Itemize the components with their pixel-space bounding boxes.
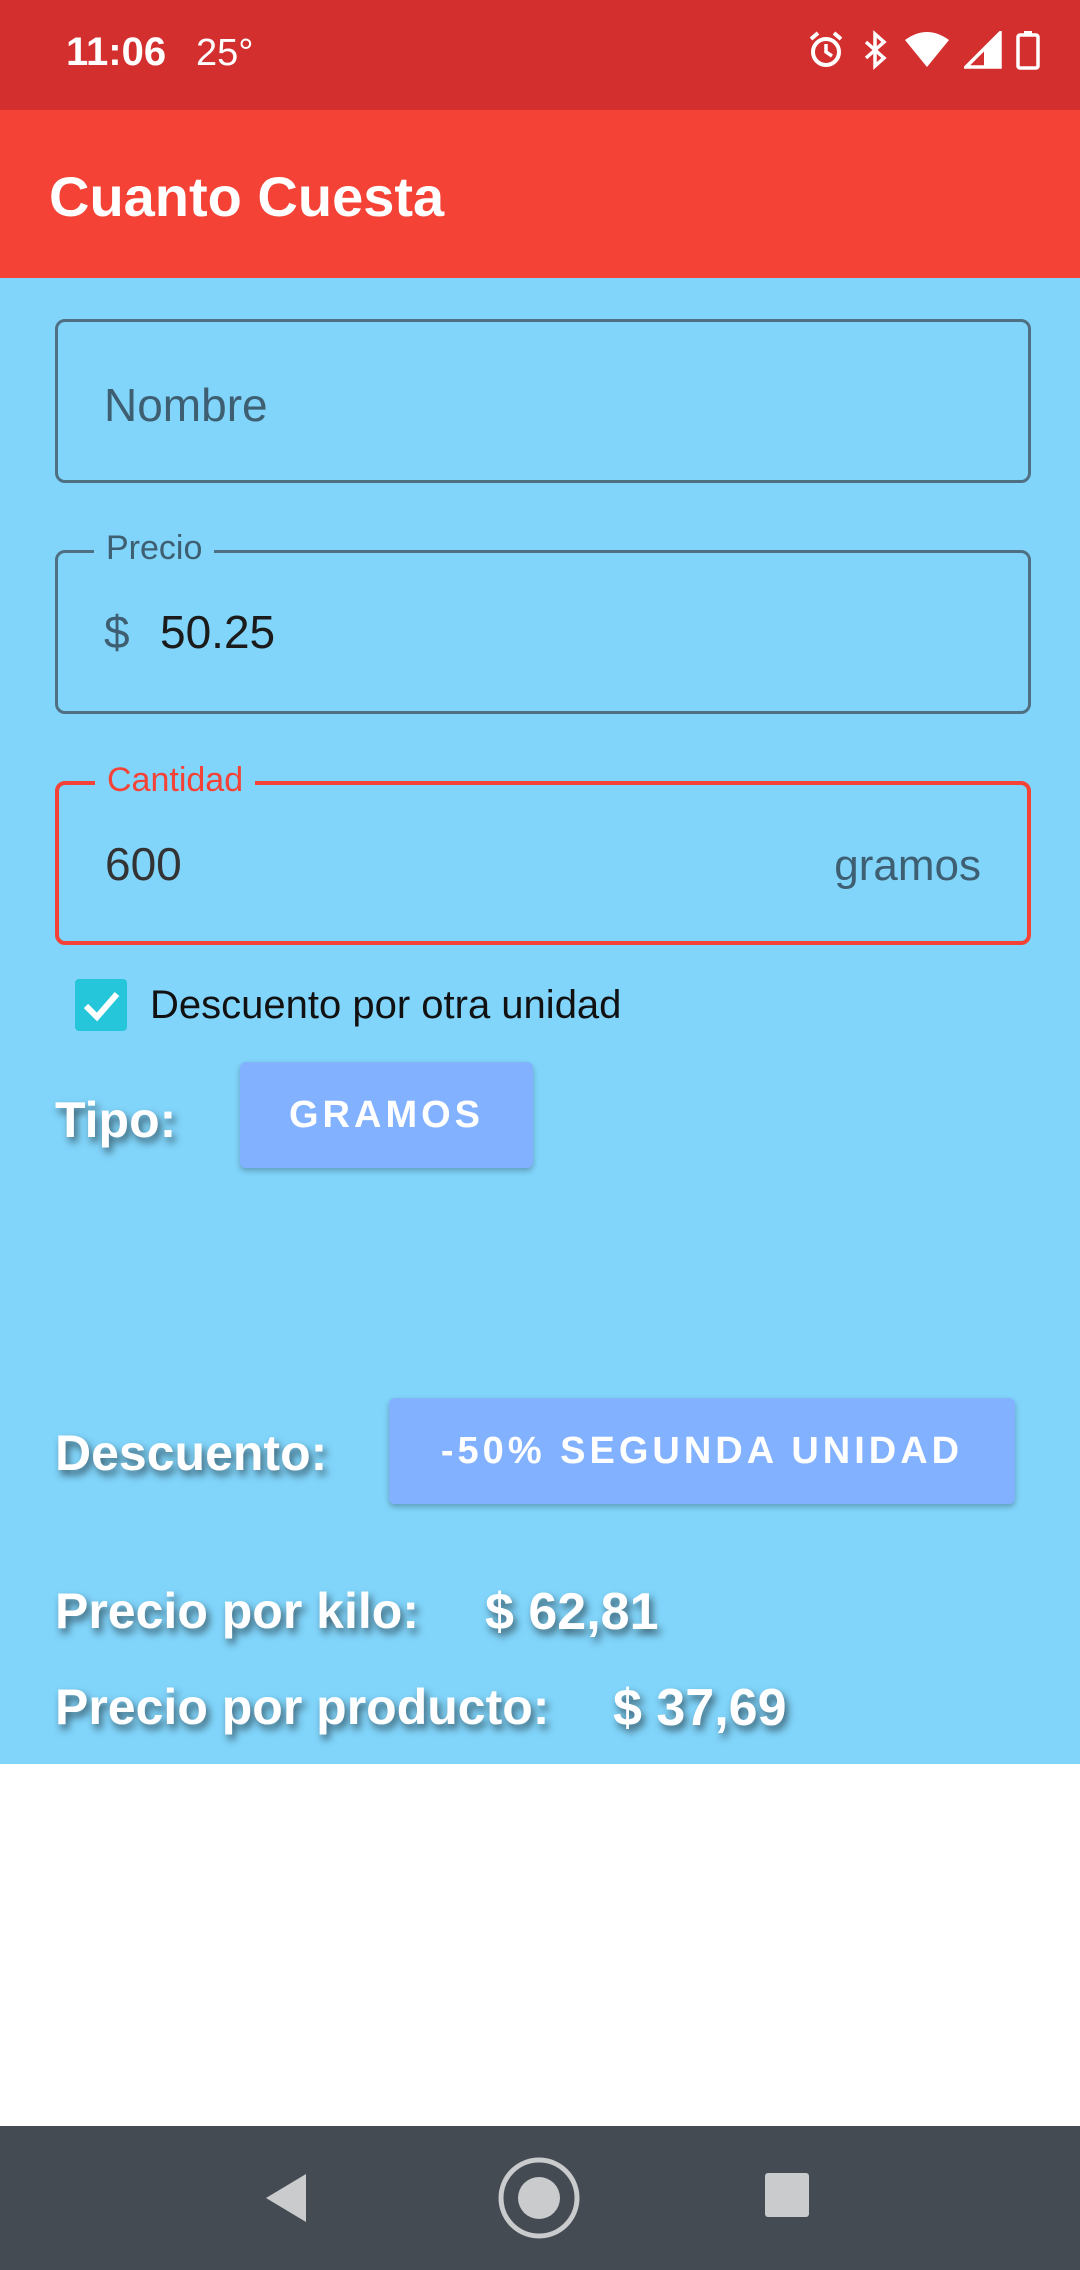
cantidad-suffix: gramos xyxy=(834,841,981,890)
navigation-bar xyxy=(0,2126,1080,2270)
home-icon[interactable] xyxy=(497,2156,581,2240)
recents-icon[interactable] xyxy=(764,2172,810,2218)
bluetooth-icon xyxy=(860,30,890,70)
status-time: 11:06 xyxy=(66,30,167,74)
status-icons xyxy=(806,30,1040,70)
descuento-checkbox[interactable] xyxy=(75,979,127,1031)
descuento-label: Descuento: xyxy=(55,1425,328,1481)
precio-kilo-label: Precio por kilo: xyxy=(55,1583,419,1639)
nombre-placeholder: Nombre xyxy=(104,379,268,431)
cantidad-label: Cantidad xyxy=(95,761,256,800)
battery-icon xyxy=(1016,30,1040,70)
precio-producto-value: $ 37,69 xyxy=(613,1679,787,1737)
precio-field[interactable]: Precio $ 50.25 xyxy=(55,529,1031,714)
cantidad-value: 600 xyxy=(105,838,182,890)
status-bar: 11:06 25° xyxy=(0,0,1080,110)
precio-kilo-value: $ 62,81 xyxy=(485,1583,659,1641)
check-icon xyxy=(83,992,120,1022)
app-bar: Cuanto Cuesta xyxy=(0,110,1080,278)
descuento-button[interactable]: -50% SEGUNDA UNIDAD xyxy=(389,1398,1015,1504)
precio-value: 50.25 xyxy=(160,606,276,658)
signal-icon xyxy=(964,31,1002,69)
cantidad-field[interactable]: Cantidad 600 gramos xyxy=(55,761,1031,945)
precio-label: Precio xyxy=(94,529,215,568)
app-title: Cuanto Cuesta xyxy=(49,165,445,228)
status-temperature: 25° xyxy=(196,32,254,74)
wifi-icon xyxy=(904,30,950,70)
precio-prefix: $ xyxy=(104,606,130,658)
nombre-field[interactable]: Nombre xyxy=(55,319,1031,483)
tipo-button[interactable]: GRAMOS xyxy=(240,1062,533,1168)
tipo-label: Tipo: xyxy=(55,1092,177,1148)
alarm-icon xyxy=(806,30,846,70)
back-icon[interactable] xyxy=(262,2172,310,2224)
descuento-checkbox-label[interactable]: Descuento por otra unidad xyxy=(150,983,621,1028)
precio-producto-label: Precio por producto: xyxy=(55,1679,550,1735)
